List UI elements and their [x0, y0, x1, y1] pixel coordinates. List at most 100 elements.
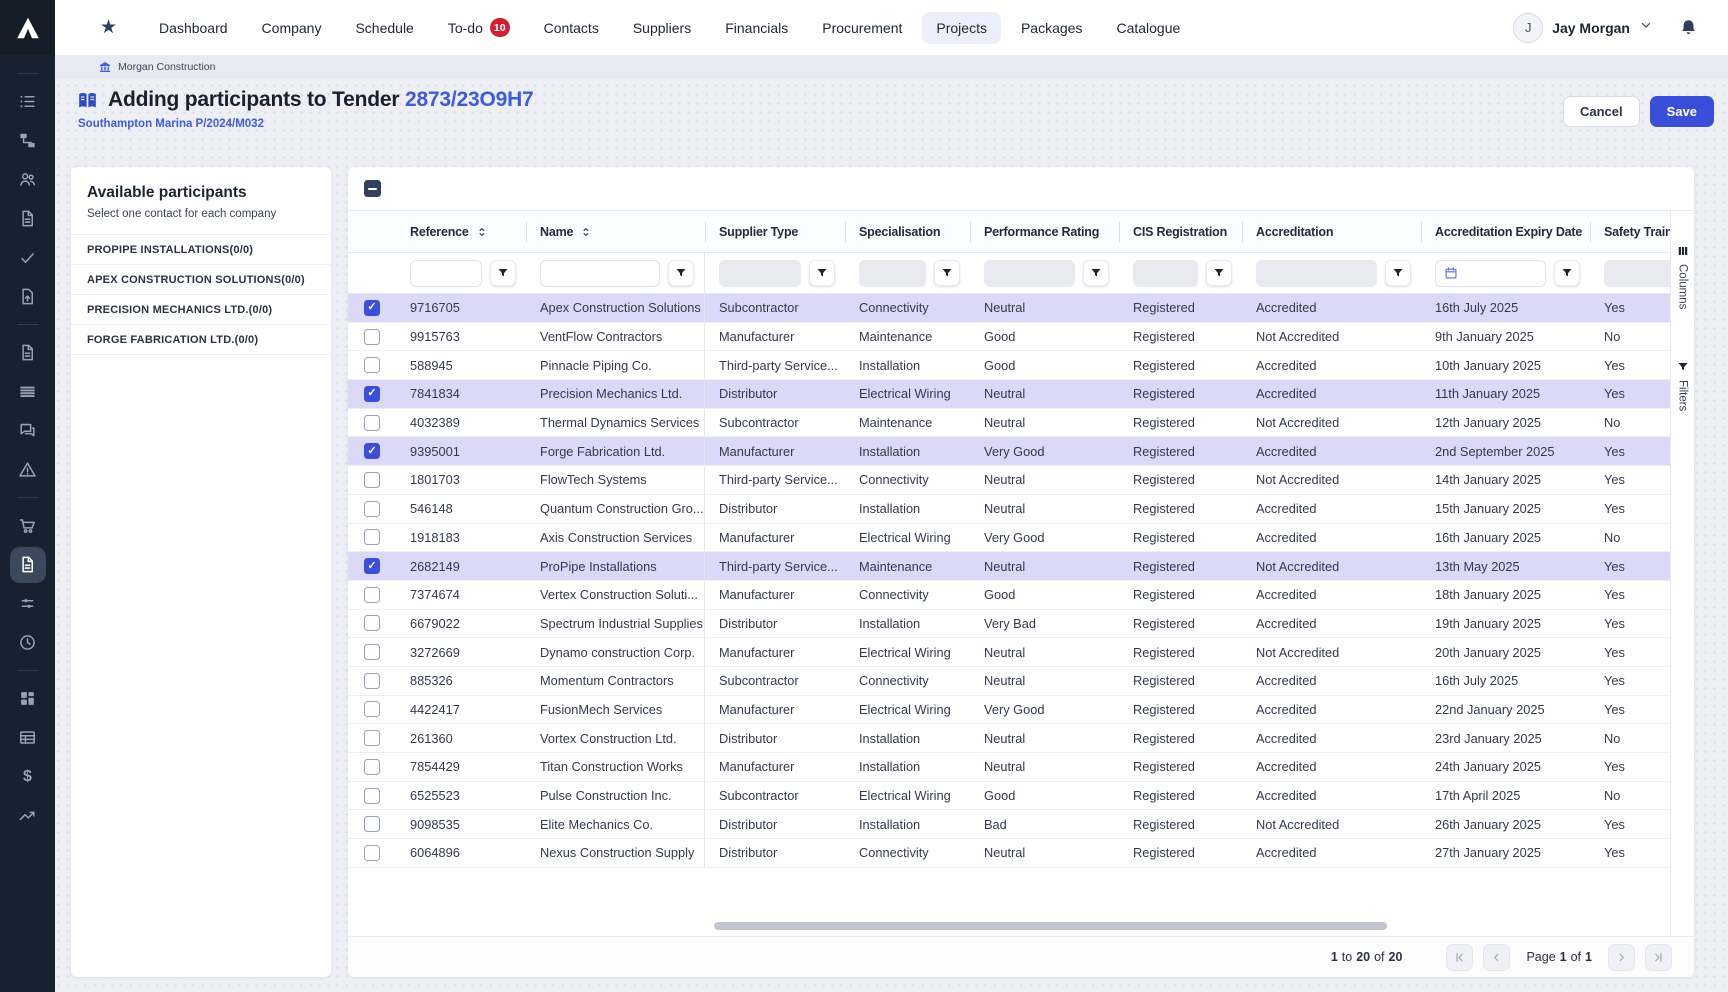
sidebar-cart-icon[interactable]: [10, 508, 46, 544]
column-header-reference[interactable]: Reference: [396, 211, 526, 252]
row-checkbox[interactable]: [364, 788, 380, 804]
sidebar-clock-icon[interactable]: [10, 625, 46, 661]
sidebar-document-alt-icon[interactable]: [10, 335, 46, 371]
column-header-safety_training[interactable]: Safety Training: [1590, 211, 1670, 252]
row-checkbox[interactable]: [364, 673, 380, 689]
filter-select-accreditation[interactable]: [1256, 260, 1377, 287]
participant-company-item[interactable]: PROPIPE INSTALLATIONS(0/0): [71, 235, 331, 265]
nav-item-dashboard[interactable]: Dashboard: [145, 12, 242, 44]
project-subtitle-link[interactable]: Southampton Marina P/2024/M032: [78, 118, 264, 130]
sidebar-warning-icon[interactable]: [10, 452, 46, 488]
row-checkbox[interactable]: [364, 300, 380, 316]
notifications-bell-icon[interactable]: [1679, 18, 1698, 37]
sort-icon[interactable]: [475, 225, 489, 239]
filter-input-reference[interactable]: [410, 260, 482, 287]
sidebar-check-icon[interactable]: [10, 240, 46, 276]
filter-funnel-button-supplier_type[interactable]: [809, 260, 835, 286]
sidebar-list-icon[interactable]: [10, 84, 46, 120]
tender-reference-link[interactable]: 2873/23O9H7: [405, 88, 534, 111]
nav-item-to-do[interactable]: To-do10: [434, 10, 524, 45]
row-checkbox[interactable]: [364, 816, 380, 832]
cancel-button[interactable]: Cancel: [1563, 96, 1640, 127]
filter-select-specialisation[interactable]: [859, 260, 926, 287]
sidebar-chat-icon[interactable]: [10, 413, 46, 449]
row-checkbox[interactable]: [364, 558, 380, 574]
column-header-name[interactable]: Name: [526, 211, 705, 252]
row-checkbox[interactable]: [364, 701, 380, 717]
filter-select-performance_rating[interactable]: [984, 260, 1075, 287]
row-checkbox[interactable]: [364, 357, 380, 373]
column-header-specialisation[interactable]: Specialisation: [845, 211, 970, 252]
sidebar-trending-icon[interactable]: [10, 798, 46, 834]
filter-select-safety_training[interactable]: [1604, 260, 1670, 287]
sidebar-document-active-icon[interactable]: [10, 547, 46, 583]
save-button[interactable]: Save: [1650, 96, 1714, 127]
horizontal-scrollbar-thumb[interactable]: [714, 922, 1387, 930]
first-page-button[interactable]: [1446, 944, 1473, 971]
filter-select-supplier_type[interactable]: [719, 260, 801, 287]
row-checkbox[interactable]: [364, 587, 380, 603]
filters-rail-toggle[interactable]: Filters: [1677, 361, 1689, 411]
sidebar-hierarchy-icon[interactable]: [10, 123, 46, 159]
participant-company-item[interactable]: FORGE FABRICATION LTD.(0/0): [71, 325, 331, 355]
row-checkbox[interactable]: [364, 730, 380, 746]
filter-select-cis_registration[interactable]: [1133, 260, 1198, 287]
sidebar-file-upload-icon[interactable]: [10, 279, 46, 315]
sidebar-divider: [17, 497, 39, 498]
filter-funnel-button-cis_registration[interactable]: [1206, 260, 1232, 286]
sidebar-rows-icon[interactable]: [10, 374, 46, 410]
columns-rail-toggle[interactable]: Columns: [1677, 245, 1689, 309]
nav-item-packages[interactable]: Packages: [1007, 12, 1096, 44]
sidebar-users-icon[interactable]: [10, 162, 46, 198]
row-checkbox[interactable]: [364, 759, 380, 775]
select-all-checkbox[interactable]: [364, 180, 381, 197]
filter-funnel-button-performance_rating[interactable]: [1083, 260, 1109, 286]
sidebar-document-icon[interactable]: [10, 201, 46, 237]
row-checkbox[interactable]: [364, 386, 380, 402]
nav-item-company[interactable]: Company: [248, 12, 336, 44]
participant-company-item[interactable]: APEX CONSTRUCTION SOLUTIONS(0/0): [71, 265, 331, 295]
nav-item-projects[interactable]: Projects: [922, 12, 1001, 44]
next-page-button[interactable]: [1608, 944, 1635, 971]
row-checkbox[interactable]: [364, 529, 380, 545]
filter-input-name[interactable]: [540, 260, 660, 287]
nav-item-schedule[interactable]: Schedule: [341, 12, 427, 44]
sidebar-grid-icon[interactable]: [10, 681, 46, 717]
sidebar-table-icon[interactable]: [10, 720, 46, 756]
favorites-star-icon[interactable]: ★: [100, 16, 117, 39]
column-header-cis_registration[interactable]: CIS Registration: [1119, 211, 1242, 252]
column-header-accreditation_expiry_date[interactable]: Accreditation Expiry Date: [1421, 211, 1590, 252]
user-menu[interactable]: J Jay Morgan: [1513, 13, 1653, 43]
sidebar-sliders-icon[interactable]: [10, 586, 46, 622]
filter-funnel-button-accreditation_expiry_date[interactable]: [1554, 260, 1580, 286]
row-checkbox[interactable]: [364, 501, 380, 517]
nav-item-suppliers[interactable]: Suppliers: [619, 12, 705, 44]
sidebar-dollar-icon[interactable]: $: [10, 759, 46, 795]
column-header-accreditation[interactable]: Accreditation: [1242, 211, 1421, 252]
previous-page-button[interactable]: [1483, 944, 1510, 971]
row-checkbox[interactable]: [364, 615, 380, 631]
filter-funnel-button-reference[interactable]: [490, 260, 516, 286]
row-checkbox[interactable]: [364, 644, 380, 660]
nav-item-catalogue[interactable]: Catalogue: [1102, 12, 1194, 44]
last-page-button[interactable]: [1645, 944, 1672, 971]
column-header-supplier_type[interactable]: Supplier Type: [705, 211, 845, 252]
app-logo[interactable]: [0, 0, 55, 55]
row-checkbox[interactable]: [364, 443, 380, 459]
sort-icon[interactable]: [579, 225, 593, 239]
row-checkbox[interactable]: [364, 472, 380, 488]
filter-funnel-button-name[interactable]: [668, 260, 694, 286]
nav-item-financials[interactable]: Financials: [711, 12, 802, 44]
row-checkbox[interactable]: [364, 329, 380, 345]
participant-company-item[interactable]: PRECISION MECHANICS LTD.(0/0): [71, 295, 331, 325]
nav-item-procurement[interactable]: Procurement: [808, 12, 916, 44]
row-checkbox[interactable]: [364, 845, 380, 861]
filter-funnel-button-specialisation[interactable]: [934, 260, 960, 286]
filter-cell-accreditation: [1242, 253, 1421, 293]
filter-funnel-button-accreditation[interactable]: [1385, 260, 1411, 286]
filter-date-accreditation_expiry_date[interactable]: [1435, 260, 1546, 287]
row-checkbox[interactable]: [364, 415, 380, 431]
breadcrumb-company[interactable]: Morgan Construction: [118, 61, 215, 73]
nav-item-contacts[interactable]: Contacts: [530, 12, 613, 44]
column-header-performance_rating[interactable]: Performance Rating: [970, 211, 1119, 252]
